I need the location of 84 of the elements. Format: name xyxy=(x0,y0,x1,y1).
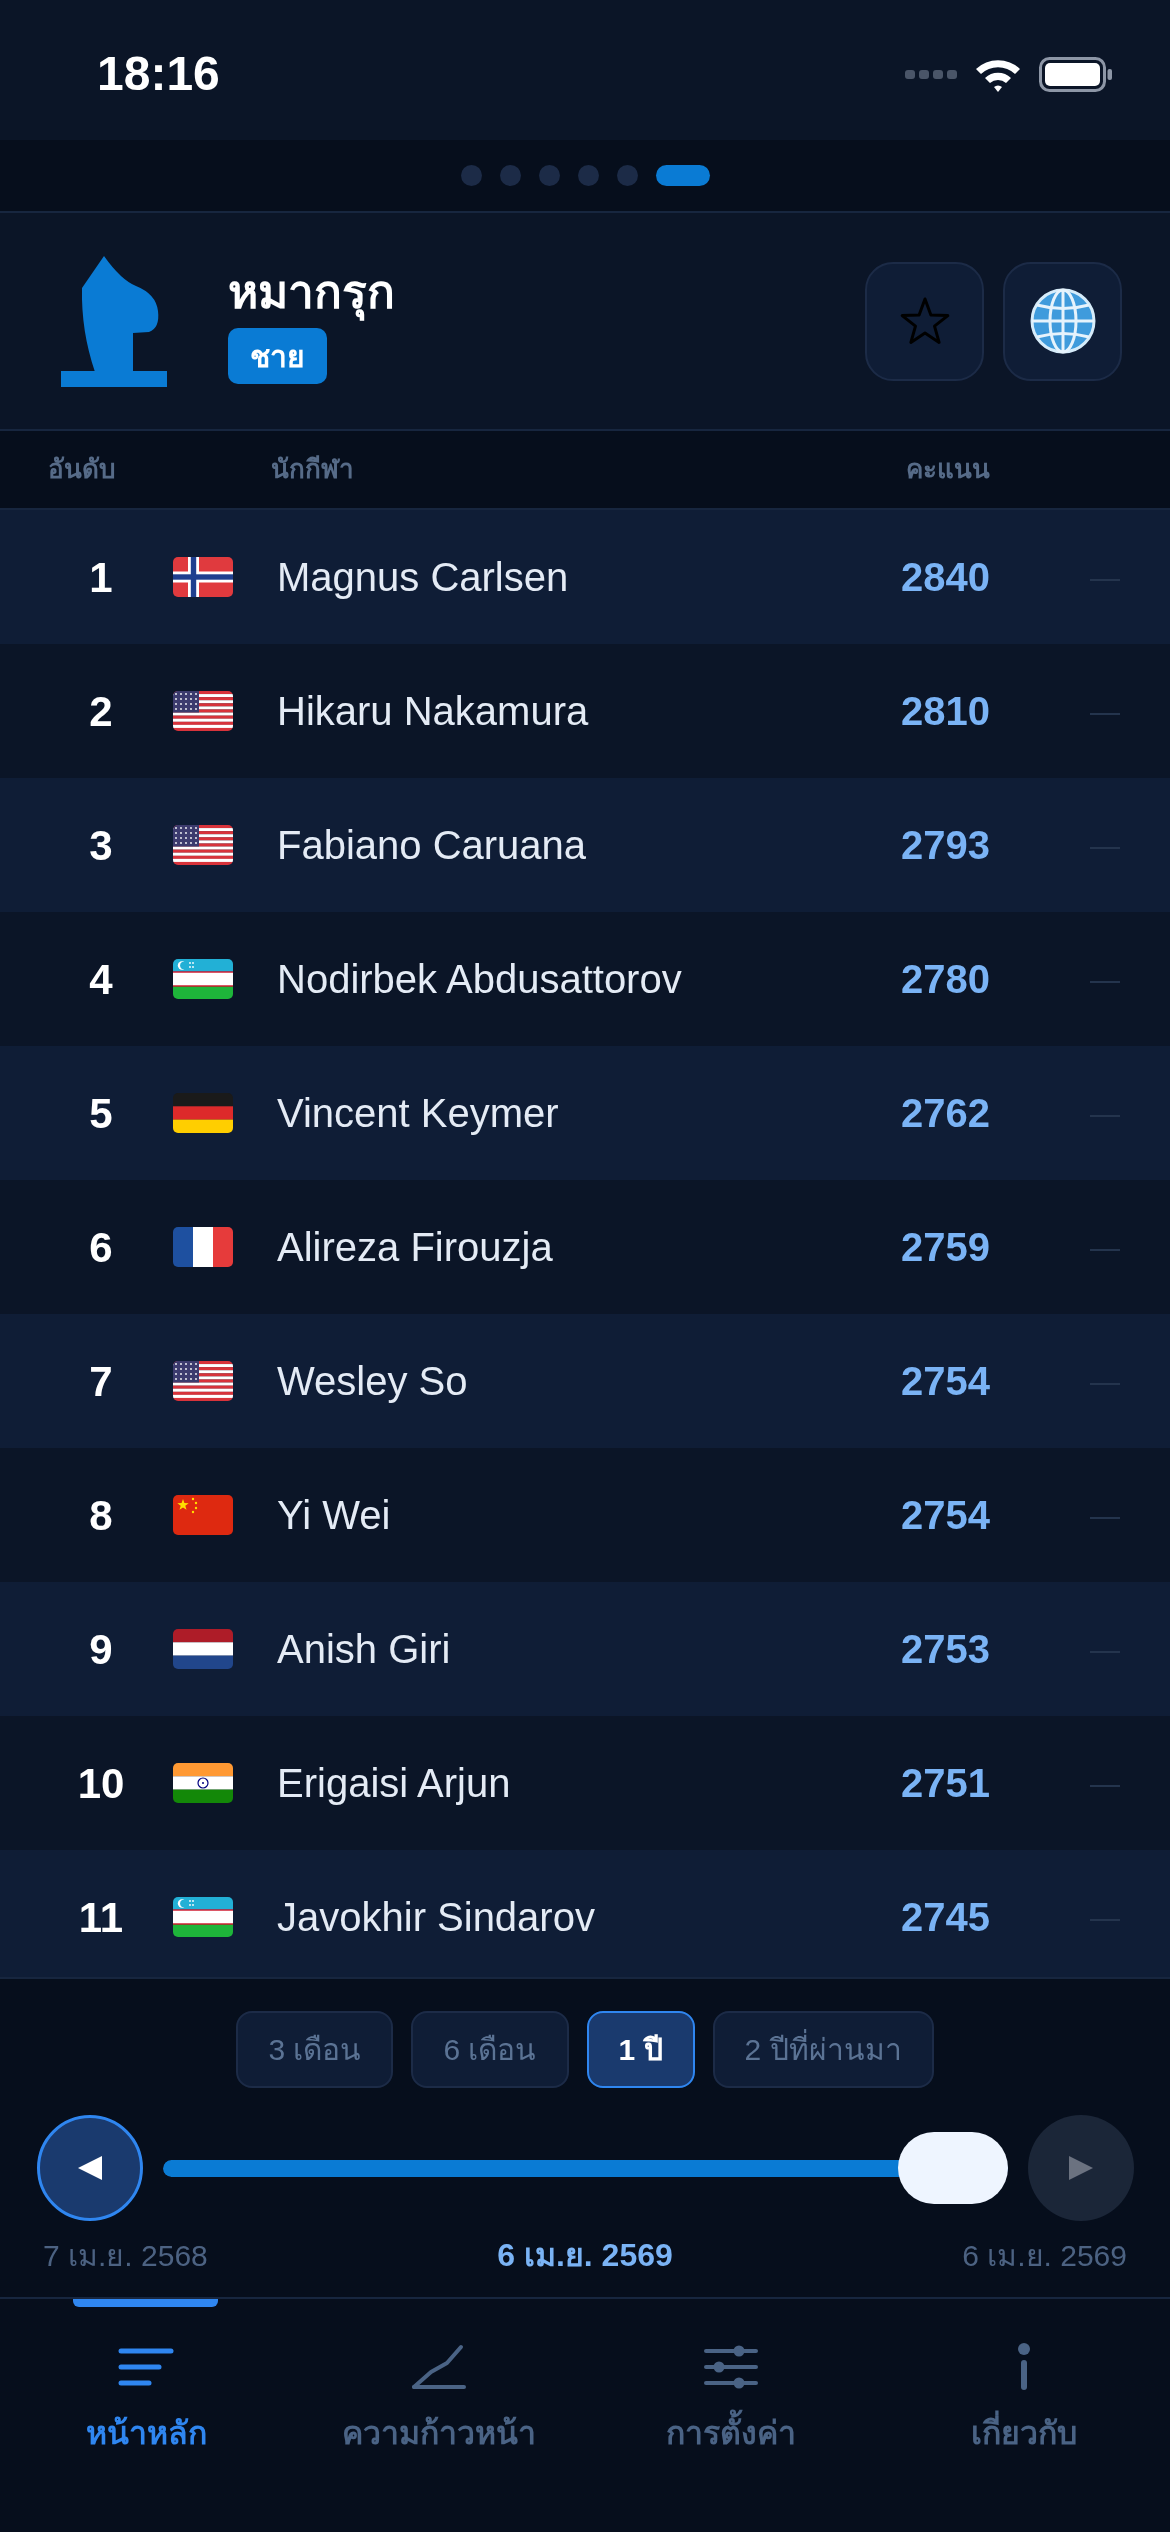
ranking-row[interactable]: 7 Wesley So 2754 — xyxy=(0,1314,1170,1448)
norway-flag-icon xyxy=(173,557,233,597)
ranking-row[interactable]: 3 Fabiano Caruana 2793 — xyxy=(0,778,1170,912)
rating-value: 2759 xyxy=(901,1224,990,1271)
start-date: 7 เม.ย. 2568 xyxy=(43,2237,208,2274)
dash-text: — xyxy=(1090,693,1120,730)
dash-text: — xyxy=(1090,559,1120,596)
star-button[interactable] xyxy=(865,261,984,381)
dash-text: — xyxy=(1090,1765,1120,1802)
dash-text: — xyxy=(1090,1229,1120,1266)
dash-text: — xyxy=(1090,1497,1120,1534)
ranking-row[interactable]: 11 Javokhir Sindarov 2745 — xyxy=(0,1850,1170,1977)
rank-number: 2 xyxy=(89,686,113,737)
column-header: คะแนน xyxy=(906,453,990,486)
player-name: Erigaisi Arjun xyxy=(277,1760,511,1807)
usa-flag-icon xyxy=(173,1361,233,1401)
player-name: Nodirbek Abdusattorov xyxy=(277,956,682,1003)
rating-value: 2745 xyxy=(901,1894,990,1941)
settings-icon xyxy=(703,2344,760,2390)
rating-value: 2753 xyxy=(901,1626,990,1673)
timeline-slider[interactable] xyxy=(163,2132,1008,2204)
list-icon xyxy=(118,2347,175,2387)
rating-value: 2754 xyxy=(901,1492,990,1539)
rating-value: 2751 xyxy=(901,1760,990,1807)
rating-value: 2793 xyxy=(901,822,990,869)
chess-knight-icon xyxy=(61,255,167,387)
rating-value: 2810 xyxy=(901,688,990,735)
ranking-row[interactable]: 5 Vincent Keymer 2762 — xyxy=(0,1046,1170,1180)
france-flag-icon xyxy=(173,1227,233,1267)
header-title: หมากรุก xyxy=(228,264,395,320)
rank-number: 6 xyxy=(89,1222,113,1273)
netherlands-flag-icon xyxy=(173,1629,233,1669)
current-date: 6 เม.ย. 2569 xyxy=(497,2236,673,2275)
player-name: Alireza Firouzja xyxy=(277,1224,553,1271)
rank-number: 7 xyxy=(89,1356,113,1407)
column-header: อันดับ xyxy=(48,453,116,486)
player-name: Javokhir Sindarov xyxy=(277,1894,595,1941)
info-icon xyxy=(1015,2343,1032,2391)
battery-icon xyxy=(1039,56,1113,92)
rating-value: 2754 xyxy=(901,1358,990,1405)
india-flag-icon xyxy=(173,1763,233,1803)
dash-text: — xyxy=(1090,1899,1120,1936)
rank-number: 9 xyxy=(89,1624,113,1675)
player-name: Fabiano Caruana xyxy=(277,822,587,869)
rank-number: 8 xyxy=(89,1490,113,1541)
status-time: 18:16 xyxy=(97,50,220,98)
category-badge: ชาย xyxy=(228,328,327,384)
column-header: นักกีฬา xyxy=(271,453,354,486)
player-name: Magnus Carlsen xyxy=(277,554,569,601)
usa-flag-icon xyxy=(173,691,233,731)
star-icon xyxy=(898,296,951,346)
signal-icon xyxy=(905,69,957,79)
china-flag-icon xyxy=(173,1495,233,1535)
dash-text: — xyxy=(1090,827,1120,864)
dash-text: — xyxy=(1090,1363,1120,1400)
period-button[interactable]: 1 ปี xyxy=(586,2011,695,2088)
uzbekistan-flag-icon xyxy=(173,1897,233,1937)
rank-number: 10 xyxy=(77,1758,125,1809)
rating-value: 2840 xyxy=(901,554,990,601)
rank-number: 3 xyxy=(89,820,113,871)
dash-text: — xyxy=(1090,1095,1120,1132)
player-name: Wesley So xyxy=(277,1358,468,1405)
globe-button[interactable] xyxy=(1003,261,1122,381)
ranking-row[interactable]: 1 Magnus Carlsen 2840 — xyxy=(0,510,1170,644)
tab-bar-item[interactable]: หน้าหลัก xyxy=(0,2299,293,2467)
rating-value: 2780 xyxy=(901,956,990,1003)
player-name: Hikaru Nakamura xyxy=(277,688,589,735)
uzbekistan-flag-icon xyxy=(173,959,233,999)
end-date: 6 เม.ย. 2569 xyxy=(962,2237,1127,2274)
globe-icon xyxy=(1029,288,1096,354)
germany-flag-icon xyxy=(173,1093,233,1133)
dash-text: — xyxy=(1090,1631,1120,1668)
rank-number: 1 xyxy=(89,552,113,603)
dash-text: — xyxy=(1090,961,1120,998)
rank-number: 11 xyxy=(78,1892,124,1943)
rank-number: 4 xyxy=(89,954,113,1005)
rating-value: 2762 xyxy=(901,1090,990,1137)
rank-number: 5 xyxy=(89,1088,113,1139)
ranking-row[interactable]: 9 Anish Giri 2753 — xyxy=(0,1582,1170,1716)
player-name: Vincent Keymer xyxy=(277,1090,559,1137)
line-chart-icon xyxy=(410,2344,467,2390)
player-name: Anish Giri xyxy=(277,1626,451,1673)
player-name: Yi Wei xyxy=(277,1492,391,1539)
usa-flag-icon xyxy=(173,825,233,865)
